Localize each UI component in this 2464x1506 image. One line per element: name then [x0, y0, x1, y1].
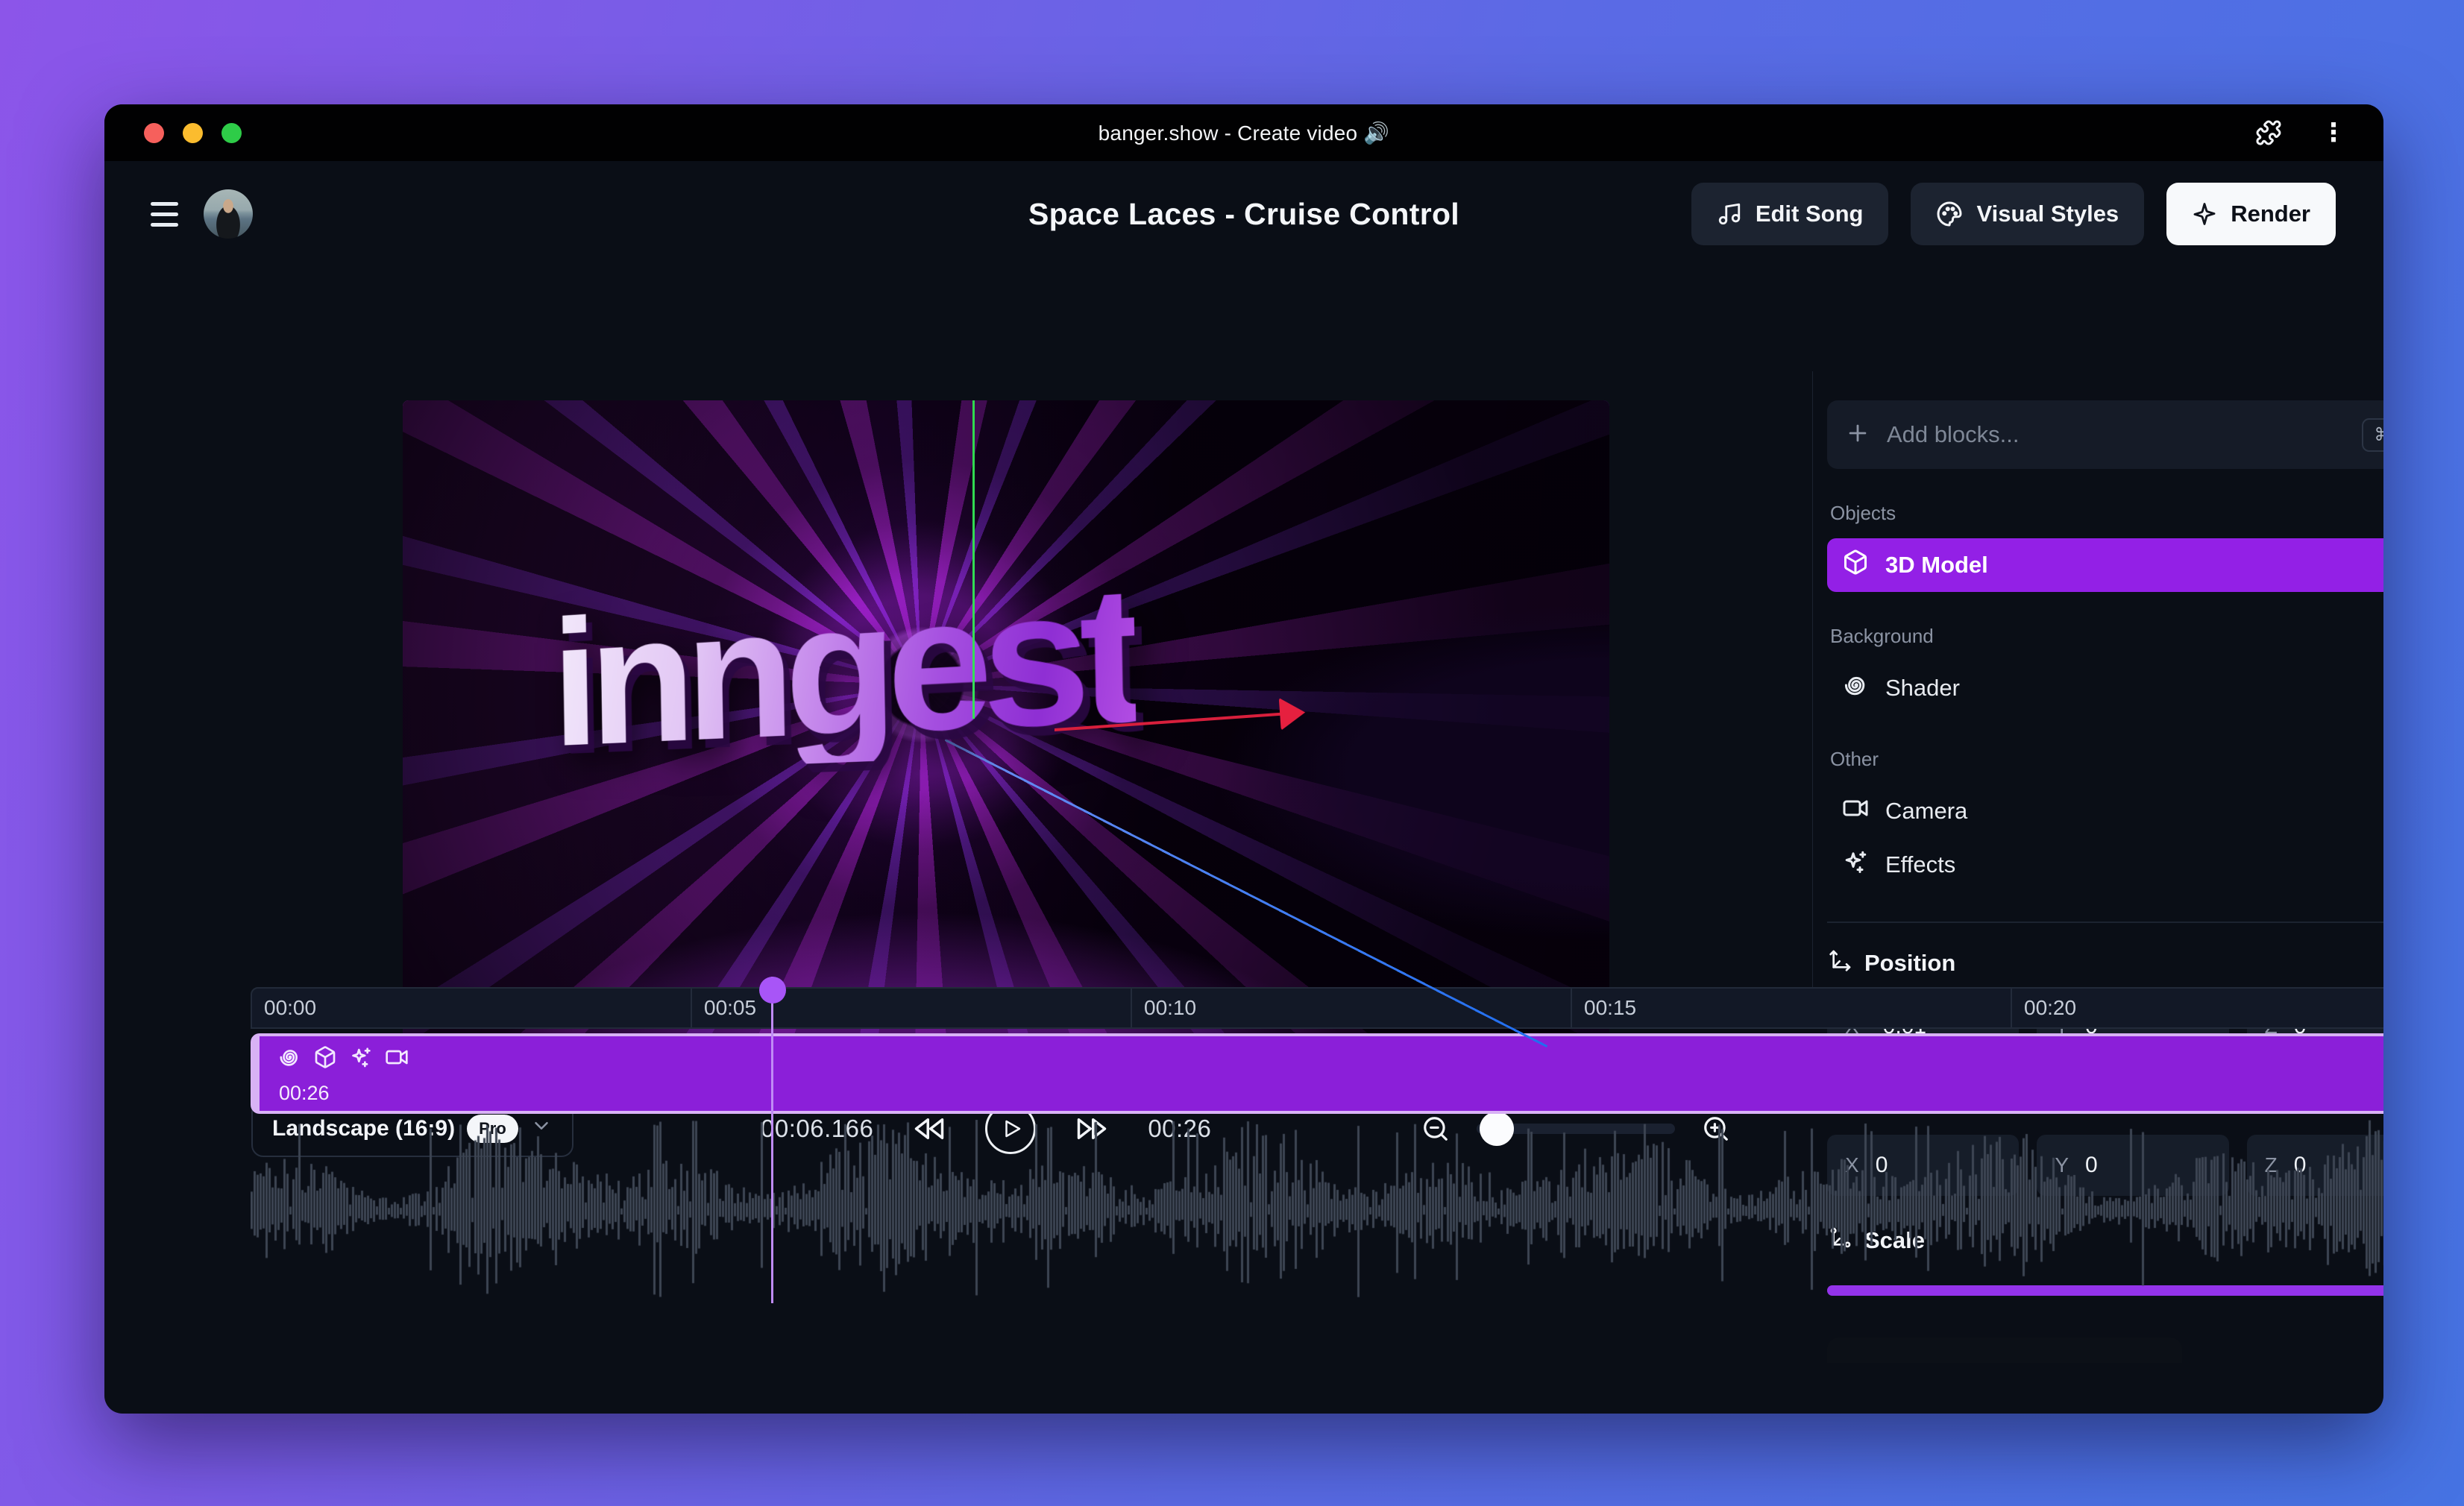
background-section-label: Background — [1830, 625, 1934, 647]
sidebar-item-camera[interactable]: Camera — [1827, 784, 2383, 838]
extensions-puzzle-icon[interactable] — [2255, 119, 2282, 146]
visual-styles-button[interactable]: Visual Styles — [1911, 183, 2145, 245]
workspace: inngest Landscape (16:9) Pro 00:06.166 0… — [104, 267, 2383, 1363]
add-blocks-input[interactable]: Add blocks... ⌘ K — [1827, 400, 2383, 469]
sparkle-icon — [2192, 201, 2217, 227]
window-title: banger.show - Create video 🔊 — [1098, 121, 1390, 145]
cmd-k-shortcut-badge: ⌘ K — [2362, 418, 2383, 452]
ruler-tick: 00:15 — [1571, 989, 2011, 1027]
timeline-ruler[interactable]: 00:00 00:05 00:10 00:15 00:20 — [251, 987, 2383, 1029]
music-note-icon — [1717, 201, 1742, 227]
sidebar-item-3d-model[interactable]: 3D Model — [1827, 538, 2383, 592]
browser-menu-icon[interactable]: ⋮ — [2321, 120, 2346, 145]
sparkles-icon — [1842, 848, 1869, 881]
3d-logo-text[interactable]: inngest — [550, 544, 1137, 784]
plus-icon — [1845, 420, 1870, 450]
app-window: banger.show - Create video 🔊 ⋮ Space Lac… — [104, 104, 2383, 1414]
ruler-tick: 00:20 — [2011, 989, 2383, 1027]
browser-titlebar: banger.show - Create video 🔊 ⋮ — [104, 104, 2383, 161]
sidebar-divider — [1812, 371, 1813, 987]
playhead[interactable] — [771, 977, 774, 1303]
other-section-label: Other — [1830, 748, 1879, 770]
ruler-tick: 00:05 — [691, 989, 1131, 1027]
render-button[interactable]: Render — [2166, 183, 2336, 245]
spiral-icon — [1842, 672, 1869, 705]
sidebar-item-effects[interactable]: Effects — [1827, 838, 2383, 892]
cube-icon — [313, 1045, 337, 1073]
audio-waveform[interactable] — [251, 1120, 2383, 1303]
gizmo-y-axis[interactable] — [972, 400, 975, 719]
sidebar-item-shader[interactable]: Shader — [1827, 661, 2383, 715]
cube-icon — [1842, 549, 1869, 582]
clip-duration-label: 00:26 — [279, 1082, 330, 1104]
palette-icon — [1936, 201, 1963, 227]
shader-icon — [277, 1045, 301, 1073]
ruler-tick: 00:00 — [264, 996, 317, 1019]
timeline-clip[interactable]: 00:26 — [251, 1033, 2383, 1114]
app-header: Space Laces - Cruise Control Edit Song V… — [104, 161, 2383, 267]
add-blocks-placeholder: Add blocks... — [1887, 421, 2020, 447]
position-section-header: Position — [1829, 948, 2383, 978]
ruler-tick: 00:10 — [1131, 989, 1571, 1027]
sidebar-divider-line — [1827, 921, 2383, 923]
sparkles-icon — [349, 1045, 373, 1073]
objects-section-label: Objects — [1830, 502, 1896, 524]
video-camera-icon — [1842, 795, 1869, 828]
video-camera-icon — [385, 1045, 409, 1073]
timeline: 00:00 00:05 00:10 00:15 00:20 00:26 — [104, 977, 2383, 1414]
video-preview-viewport[interactable]: inngest — [403, 400, 1609, 1077]
edit-song-button[interactable]: Edit Song — [1691, 183, 1889, 245]
move-3d-icon — [1829, 948, 1852, 978]
